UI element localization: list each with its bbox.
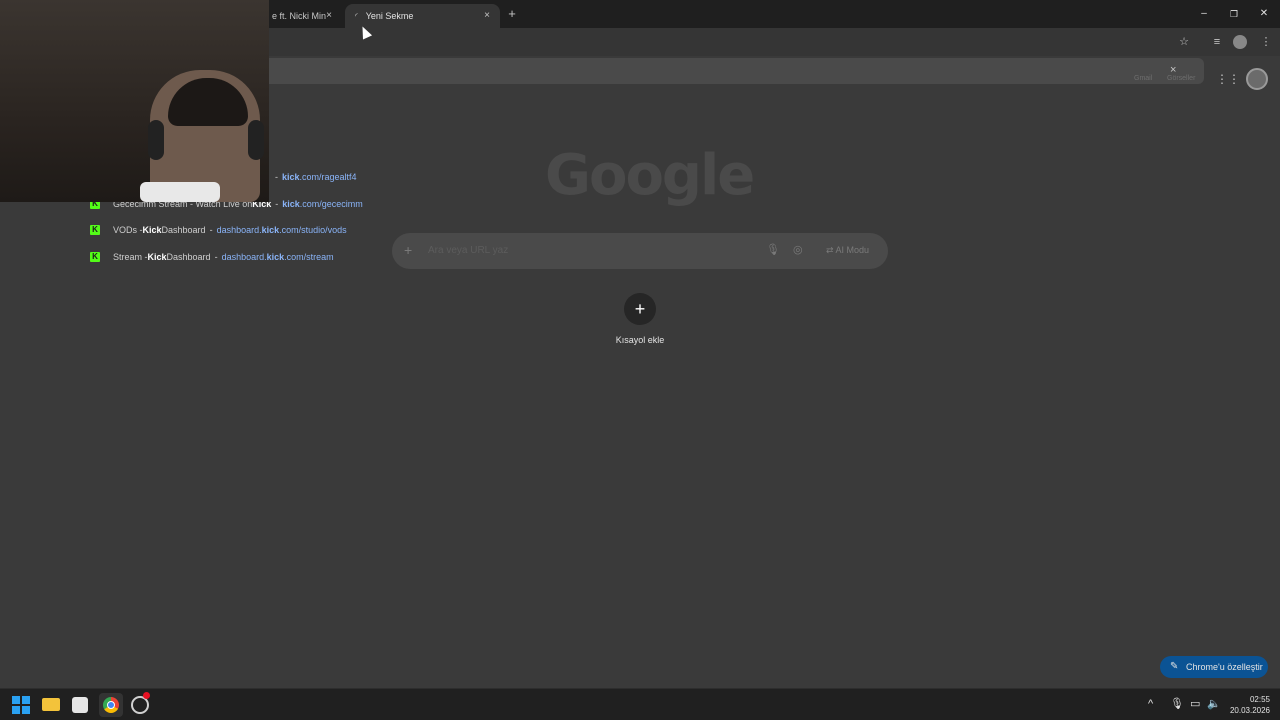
suggestion-url-bold: kick: [282, 172, 300, 182]
gmail-link[interactable]: Gmail: [1134, 75, 1152, 82]
separator: -: [275, 199, 279, 209]
chevron-up-icon[interactable]: ^: [1148, 698, 1153, 710]
minimize-button[interactable]: –: [1196, 6, 1212, 22]
windows-start-icon[interactable]: [12, 696, 30, 714]
tab-title: Yeni Sekme: [365, 11, 414, 21]
suggestion-url-bold: kick: [266, 252, 285, 262]
suggestion-url-plain: dashboard.: [216, 225, 262, 235]
suggestion-title: VODs -: [113, 225, 143, 235]
webcam-overlay: [0, 0, 269, 202]
customize-label: Chrome'u özelleştir: [1186, 662, 1263, 672]
add-shortcut-label: Kısayol ekle: [615, 335, 665, 345]
tab-title: e ft. Nicki Min: [272, 11, 327, 21]
suggestion-title: Stream -: [113, 252, 148, 262]
headset-shape: [248, 120, 264, 160]
separator: -: [214, 252, 218, 262]
suggestion-row[interactable]: K Stream - Kick Dashboard - dashboard. k…: [90, 249, 334, 265]
clock-date: 20.03.2026: [1229, 706, 1270, 715]
suggestion-row[interactable]: K VODs - Kick Dashboard - dashboard. kic…: [90, 222, 347, 238]
clock-time: 02:55: [1249, 695, 1270, 704]
kick-icon: K: [90, 252, 100, 262]
chrome-taskbar-button[interactable]: [99, 693, 123, 717]
mic-icon[interactable]: 🎙: [1170, 697, 1184, 710]
loading-icon: ◜: [355, 13, 358, 20]
file-explorer-icon[interactable]: [42, 698, 60, 711]
suggestion-row[interactable]: - kick .com/ragealtf4: [271, 169, 357, 185]
restore-button[interactable]: ❐: [1226, 6, 1242, 22]
pencil-icon: ✎: [1170, 661, 1179, 672]
suggestion-url-rest: .com/gececimm: [299, 199, 363, 209]
chrome-icon-center: [107, 701, 115, 709]
taskbar: ^ 🎙 ▭ 🔈 02:55 20.03.2026: [0, 688, 1280, 720]
suggestion-title-suffix: Dashboard: [161, 225, 206, 235]
store-icon[interactable]: [72, 697, 88, 713]
separator: -: [209, 225, 213, 235]
close-icon[interactable]: ×: [322, 9, 336, 23]
suggestion-url-bold: kick: [282, 199, 300, 209]
suggestion-url-bold: kick: [261, 225, 280, 235]
close-window-button[interactable]: ✕: [1256, 6, 1272, 22]
suggestion-url-rest: .com/stream: [284, 252, 334, 262]
profile-icon[interactable]: [1233, 35, 1247, 49]
suggestion-title-suffix: Dashboard: [166, 252, 211, 262]
tab-music[interactable]: e ft. Nicki Min ×: [262, 4, 342, 28]
suggestion-url-rest: .com/ragealtf4: [299, 172, 357, 182]
notification-badge: [143, 692, 150, 699]
tab-new-tab[interactable]: ◜ Yeni Sekme ×: [345, 4, 500, 28]
star-icon[interactable]: ☆: [1176, 34, 1192, 50]
suggestion-title-bold: Kick: [147, 252, 167, 262]
new-tab-button[interactable]: +: [504, 6, 520, 22]
volume-icon[interactable]: 🔈: [1207, 697, 1221, 710]
customize-chrome-button[interactable]: ✎ Chrome'u özelleştir: [1160, 656, 1268, 678]
close-icon[interactable]: ×: [480, 9, 494, 23]
kick-icon: K: [90, 225, 100, 235]
obs-icon[interactable]: [131, 692, 150, 714]
suggestion-url-plain: dashboard.: [221, 252, 267, 262]
add-shortcut-button[interactable]: +: [624, 293, 656, 325]
separator: -: [275, 172, 278, 182]
headset-shape: [148, 120, 164, 160]
suggestion-title-bold: Kick: [142, 225, 162, 235]
menu-icon[interactable]: ⋮: [1258, 34, 1274, 50]
suggestion-url-rest: .com/studio/vods: [279, 225, 347, 235]
network-icon[interactable]: ▭: [1190, 697, 1200, 710]
media-control-icon[interactable]: ≡: [1209, 34, 1225, 50]
images-link[interactable]: Görseller: [1167, 75, 1195, 82]
clock[interactable]: 02:55 20.03.2026: [1228, 694, 1270, 716]
microphone-shape: [140, 182, 220, 202]
